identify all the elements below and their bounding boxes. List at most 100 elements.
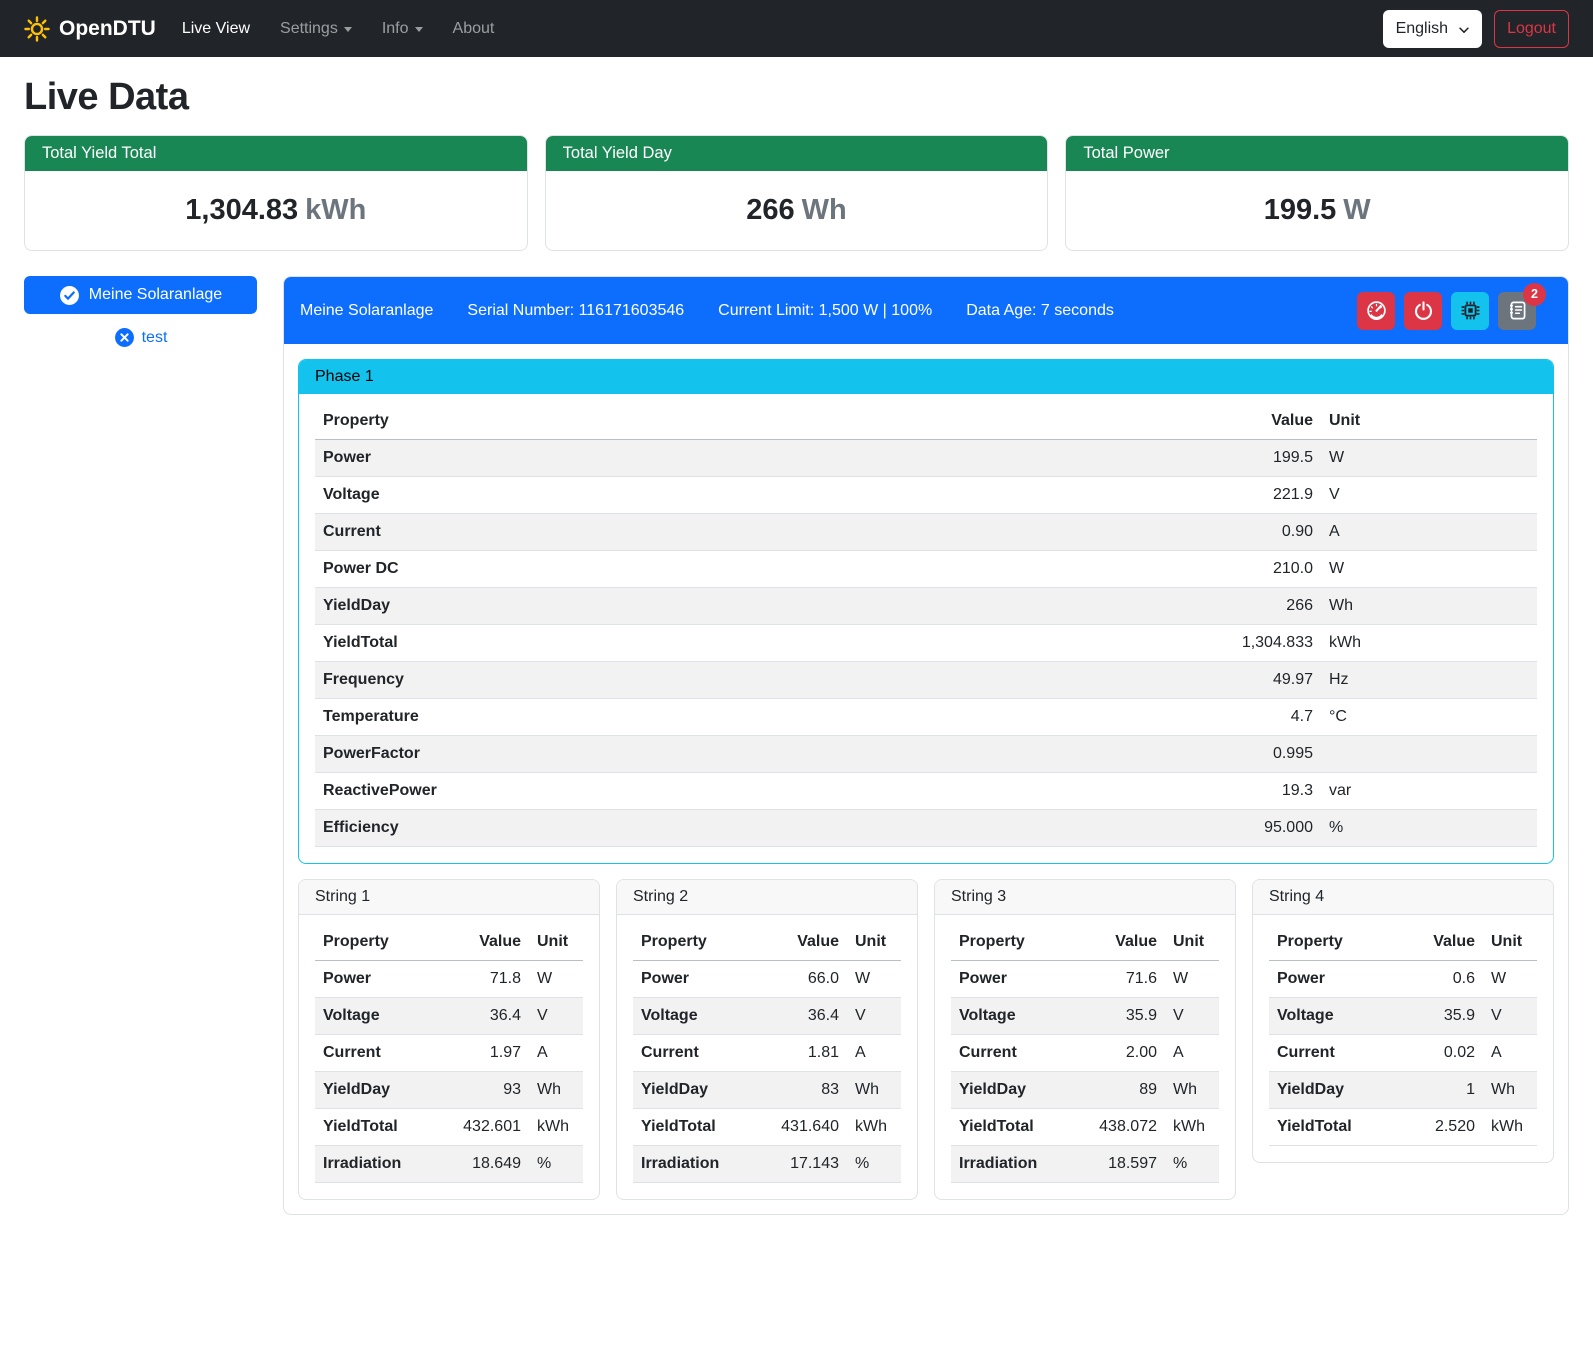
power-toggle-button[interactable]	[1404, 292, 1442, 330]
summary-card-title: Total Yield Total	[25, 136, 527, 171]
property-cell: YieldDay	[315, 588, 917, 625]
property-cell: YieldDay	[633, 1072, 735, 1109]
table-row: Irradiation18.597%	[951, 1146, 1219, 1183]
property-cell: YieldTotal	[1269, 1109, 1371, 1146]
string-1-table: Property Value Unit Power71.8WVoltage36.…	[315, 924, 583, 1183]
summary-card-title: Total Power	[1066, 136, 1568, 171]
table-row: Irradiation18.649%	[315, 1146, 583, 1183]
property-cell: Current	[315, 1035, 417, 1072]
table-row: Efficiency95.000%	[315, 810, 1537, 847]
value-cell: 432.601	[417, 1109, 529, 1146]
language-select[interactable]: English	[1383, 10, 1482, 48]
value-cell: 18.597	[1053, 1146, 1165, 1183]
property-cell: ReactivePower	[315, 773, 917, 810]
string-3-card: String 3 Property Value Unit	[934, 879, 1236, 1200]
unit-cell: kWh	[1321, 625, 1537, 662]
nav-item-live-view[interactable]: Live View	[182, 20, 250, 38]
inverter-name: Meine Solaranlage	[89, 286, 222, 304]
property-cell: Irradiation	[315, 1146, 417, 1183]
table-header-row: Property Value Unit	[951, 924, 1219, 961]
string-2-card: String 2 Property Value Unit	[616, 879, 918, 1200]
summary-card-title: Total Yield Day	[546, 136, 1048, 171]
unit-cell: Wh	[1321, 588, 1537, 625]
unit-cell: W	[1165, 961, 1219, 998]
summary-card-value: 199.5W	[1066, 171, 1568, 250]
table-row: Power71.6W	[951, 961, 1219, 998]
property-cell: Voltage	[1269, 998, 1371, 1035]
unit-cell: Wh	[1483, 1072, 1537, 1109]
table-row: ReactivePower19.3var	[315, 773, 1537, 810]
string-4-title: String 4	[1253, 880, 1553, 915]
property-cell: YieldDay	[1269, 1072, 1371, 1109]
unit-cell: %	[529, 1146, 583, 1183]
string-3-title: String 3	[935, 880, 1235, 915]
main-row: Meine Solaranlage test Meine Solaranlage…	[24, 276, 1569, 1243]
event-log-button[interactable]: 2	[1498, 292, 1536, 330]
value-cell: 199.5	[917, 440, 1321, 477]
property-cell: Voltage	[315, 477, 917, 514]
nav-item-settings[interactable]: Settings	[280, 20, 352, 38]
phase-1-title: Phase 1	[299, 360, 1553, 394]
property-cell: Irradiation	[951, 1146, 1053, 1183]
value-number: 199.5	[1264, 194, 1337, 226]
page-title: Live Data	[24, 76, 1569, 119]
unit-cell: V	[529, 998, 583, 1035]
table-row: YieldTotal432.601kWh	[315, 1109, 583, 1146]
property-cell: Current	[1269, 1035, 1371, 1072]
value-cell: 35.9	[1371, 998, 1483, 1035]
unit-cell: A	[1483, 1035, 1537, 1072]
nav-item-info[interactable]: Info	[382, 20, 423, 38]
brand-logo[interactable]: OpenDTU	[24, 16, 156, 42]
table-row: Voltage36.4V	[633, 998, 901, 1035]
property-cell: Power	[315, 440, 917, 477]
unit-cell: W	[847, 961, 901, 998]
summary-card-value: 1,304.83kWh	[25, 171, 527, 250]
value-cell: 36.4	[735, 998, 847, 1035]
device-info-button[interactable]	[1451, 292, 1489, 330]
unit-cell: A	[1321, 514, 1537, 551]
table-row: YieldTotal438.072kWh	[951, 1109, 1219, 1146]
value-cell: 0.90	[917, 514, 1321, 551]
nav-links: Live View Settings Info About	[182, 20, 495, 38]
table-row: Current1.81A	[633, 1035, 901, 1072]
value-cell: 431.640	[735, 1109, 847, 1146]
unit-cell: W	[529, 961, 583, 998]
col-property: Property	[633, 924, 735, 961]
logout-button[interactable]: Logout	[1494, 10, 1569, 48]
phase-1-body: Property Value Unit Power199.5WVoltage22…	[299, 394, 1553, 863]
value-cell: 35.9	[1053, 998, 1165, 1035]
limit-settings-button[interactable]	[1357, 292, 1395, 330]
value-cell: 266	[917, 588, 1321, 625]
phase-1-panel: Phase 1 Property Value Unit Power199.5WV…	[298, 359, 1554, 864]
string-1-card: String 1 Property Value Unit	[298, 879, 600, 1200]
table-row: Current0.90A	[315, 514, 1537, 551]
property-cell: YieldTotal	[951, 1109, 1053, 1146]
inverter-actions: 2	[1357, 292, 1552, 330]
table-header-row: Property Value Unit	[315, 924, 583, 961]
chevron-down-icon	[1457, 23, 1471, 37]
table-row: Voltage35.9V	[1269, 998, 1537, 1035]
value-number: 1,304.83	[185, 194, 298, 226]
value-cell: 438.072	[1053, 1109, 1165, 1146]
unit-cell: %	[1321, 810, 1537, 847]
table-row: YieldDay83Wh	[633, 1072, 901, 1109]
summary-card-total-yield-total: Total Yield Total 1,304.83kWh	[24, 135, 528, 251]
string-4-card: String 4 Property Value Unit	[1252, 879, 1554, 1163]
nav-item-about[interactable]: About	[453, 20, 495, 38]
value-cell: 210.0	[917, 551, 1321, 588]
value-cell: 17.143	[735, 1146, 847, 1183]
table-row: YieldDay93Wh	[315, 1072, 583, 1109]
navbar: OpenDTU Live View Settings Info About En…	[0, 0, 1593, 57]
inverter-header-name: Meine Solaranlage	[300, 302, 433, 320]
table-row: Voltage36.4V	[315, 998, 583, 1035]
property-cell: Current	[633, 1035, 735, 1072]
property-cell: Efficiency	[315, 810, 917, 847]
string-2-title: String 2	[617, 880, 917, 915]
col-property: Property	[1269, 924, 1371, 961]
inverter-item-test[interactable]: test	[24, 327, 257, 348]
unit-cell: Wh	[529, 1072, 583, 1109]
inverter-item-selected[interactable]: Meine Solaranlage	[24, 276, 257, 314]
inverter-list: Meine Solaranlage test	[24, 276, 257, 348]
brand-title: OpenDTU	[59, 17, 156, 41]
summary-card-total-yield-day: Total Yield Day 266Wh	[545, 135, 1049, 251]
